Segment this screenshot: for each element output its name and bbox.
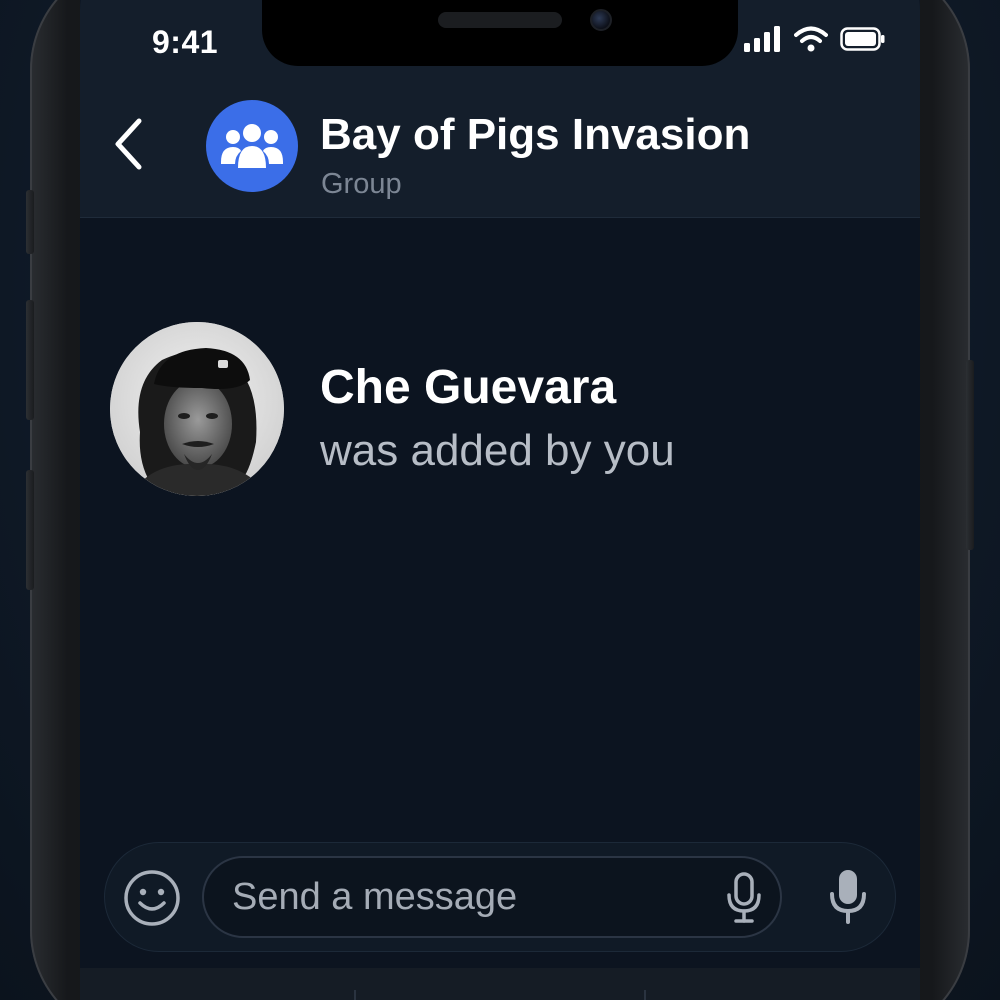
volume-up-button — [26, 190, 34, 254]
voice-record-button[interactable] — [822, 866, 874, 928]
back-button[interactable] — [104, 112, 154, 176]
phone-notch — [262, 0, 738, 66]
status-time: 9:41 — [152, 24, 219, 60]
status-icons — [744, 26, 886, 57]
group-icon — [221, 124, 283, 168]
microphone-icon — [727, 872, 761, 923]
battery-icon — [840, 27, 886, 56]
chevron-left-icon — [115, 118, 142, 170]
earpiece-speaker — [438, 12, 562, 28]
front-camera — [590, 9, 612, 31]
group-avatar[interactable] — [206, 100, 298, 192]
power-button — [966, 360, 974, 550]
member-added-text: was added by you — [320, 426, 675, 475]
group-title[interactable]: Bay of Pigs Invasion — [320, 110, 750, 160]
member-name: Che Guevara — [320, 361, 617, 414]
toolbar-divider — [354, 990, 356, 1000]
silent-switch — [26, 470, 34, 590]
microphone-icon — [830, 870, 866, 924]
toolbar-divider — [644, 990, 646, 1000]
signal-icon — [744, 26, 782, 57]
scene-background: 9:41 Bay of Pigs Invasion Group Che Guev… — [0, 0, 1000, 1000]
message-input[interactable] — [202, 856, 782, 938]
member-photo — [110, 322, 284, 496]
input-mic-button[interactable] — [720, 870, 768, 926]
bottom-toolbar — [80, 968, 920, 1000]
volume-down-button — [26, 300, 34, 420]
smiley-icon — [124, 870, 180, 926]
emoji-button[interactable] — [122, 868, 182, 928]
member-avatar[interactable] — [110, 322, 284, 496]
group-subtitle: Group — [321, 168, 402, 200]
wifi-icon — [794, 26, 828, 57]
